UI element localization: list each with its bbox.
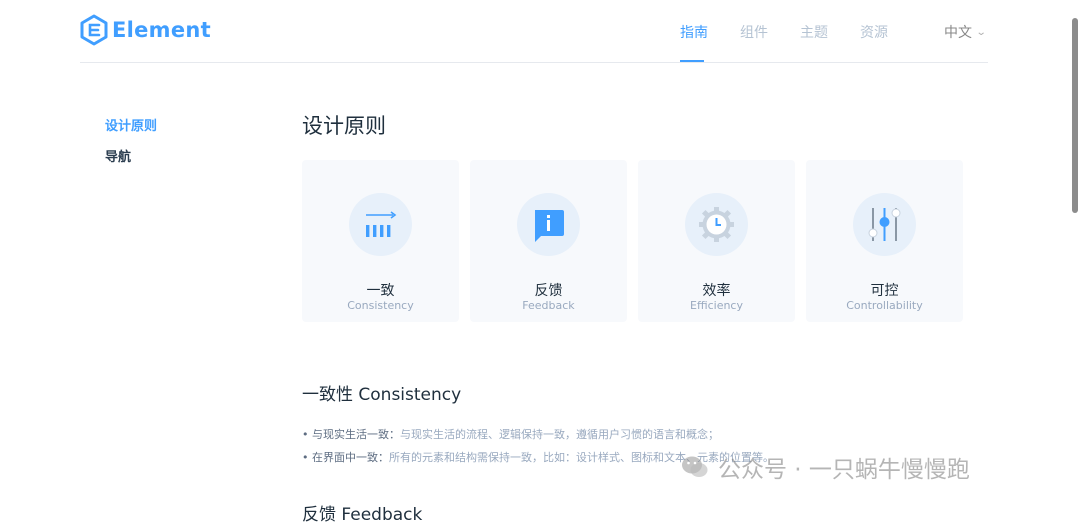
bullet-label: 与现实生活一致： bbox=[312, 428, 400, 441]
card-subtitle: Efficiency bbox=[690, 299, 743, 312]
card-icon-circle bbox=[517, 193, 580, 256]
bullet-dot: • bbox=[302, 428, 312, 441]
section-title-consistency: 一致性 Consistency bbox=[302, 385, 462, 405]
sidebar-item-navigation[interactable]: 导航 bbox=[105, 146, 131, 165]
chevron-down-icon: ⌄ bbox=[975, 26, 987, 38]
efficiency-icon bbox=[699, 207, 734, 242]
card-title: 一致 bbox=[366, 283, 395, 299]
watermark: 公众号 · 一只蜗牛慢慢跑 bbox=[680, 450, 970, 484]
card-title: 可控 bbox=[870, 283, 899, 299]
card-icon-circle bbox=[349, 193, 412, 256]
language-selector[interactable]: 中文 ⌄ bbox=[944, 22, 987, 42]
card-efficiency[interactable]: 效率 Efficiency bbox=[638, 160, 795, 322]
wechat-icon bbox=[682, 456, 708, 477]
language-label: 中文 bbox=[944, 25, 972, 41]
card-subtitle: Consistency bbox=[347, 299, 414, 312]
card-subtitle: Feedback bbox=[522, 299, 575, 312]
brand-name: Element bbox=[112, 18, 211, 42]
card-feedback[interactable]: 反馈 Feedback bbox=[470, 160, 627, 322]
sidebar-item-design-principles[interactable]: 设计原则 bbox=[105, 115, 157, 134]
nav-item-theme[interactable]: 主题 bbox=[800, 22, 828, 42]
top-header: Element 指南 组件 主题 资源 中文 ⌄ bbox=[0, 0, 1080, 62]
card-title: 反馈 bbox=[534, 283, 563, 299]
card-icon-circle bbox=[853, 193, 916, 256]
card-title: 效率 bbox=[702, 283, 731, 299]
controllability-icon bbox=[868, 208, 901, 241]
bullet-label: 在界面中一致： bbox=[312, 451, 389, 464]
watermark-text: 公众号 · 一只蜗牛慢慢跑 bbox=[718, 457, 970, 483]
header-divider bbox=[80, 62, 988, 63]
consistency-icon bbox=[366, 211, 397, 237]
card-icon-circle bbox=[685, 193, 748, 256]
card-subtitle: Controllability bbox=[846, 299, 923, 312]
nav-item-guide[interactable]: 指南 bbox=[680, 22, 708, 42]
page-title: 设计原则 bbox=[302, 114, 386, 138]
bullet-text: 与现实生活的流程、逻辑保持一致，遵循用户习惯的语言和概念； bbox=[400, 428, 719, 441]
element-logo[interactable]: Element bbox=[80, 14, 211, 46]
nav-item-resources[interactable]: 资源 bbox=[860, 22, 888, 42]
nav-item-components[interactable]: 组件 bbox=[740, 22, 768, 42]
section-title-feedback: 反馈 Feedback bbox=[302, 505, 423, 525]
element-logo-icon bbox=[80, 14, 108, 46]
list-item: • 与现实生活一致：与现实生活的流程、逻辑保持一致，遵循用户习惯的语言和概念； bbox=[302, 426, 719, 442]
feedback-icon bbox=[535, 210, 564, 242]
card-controllability[interactable]: 可控 Controllability bbox=[806, 160, 963, 322]
vertical-scrollbar[interactable] bbox=[1072, 18, 1078, 213]
bullet-dot: • bbox=[302, 451, 312, 464]
card-consistency[interactable]: 一致 Consistency bbox=[302, 160, 459, 322]
